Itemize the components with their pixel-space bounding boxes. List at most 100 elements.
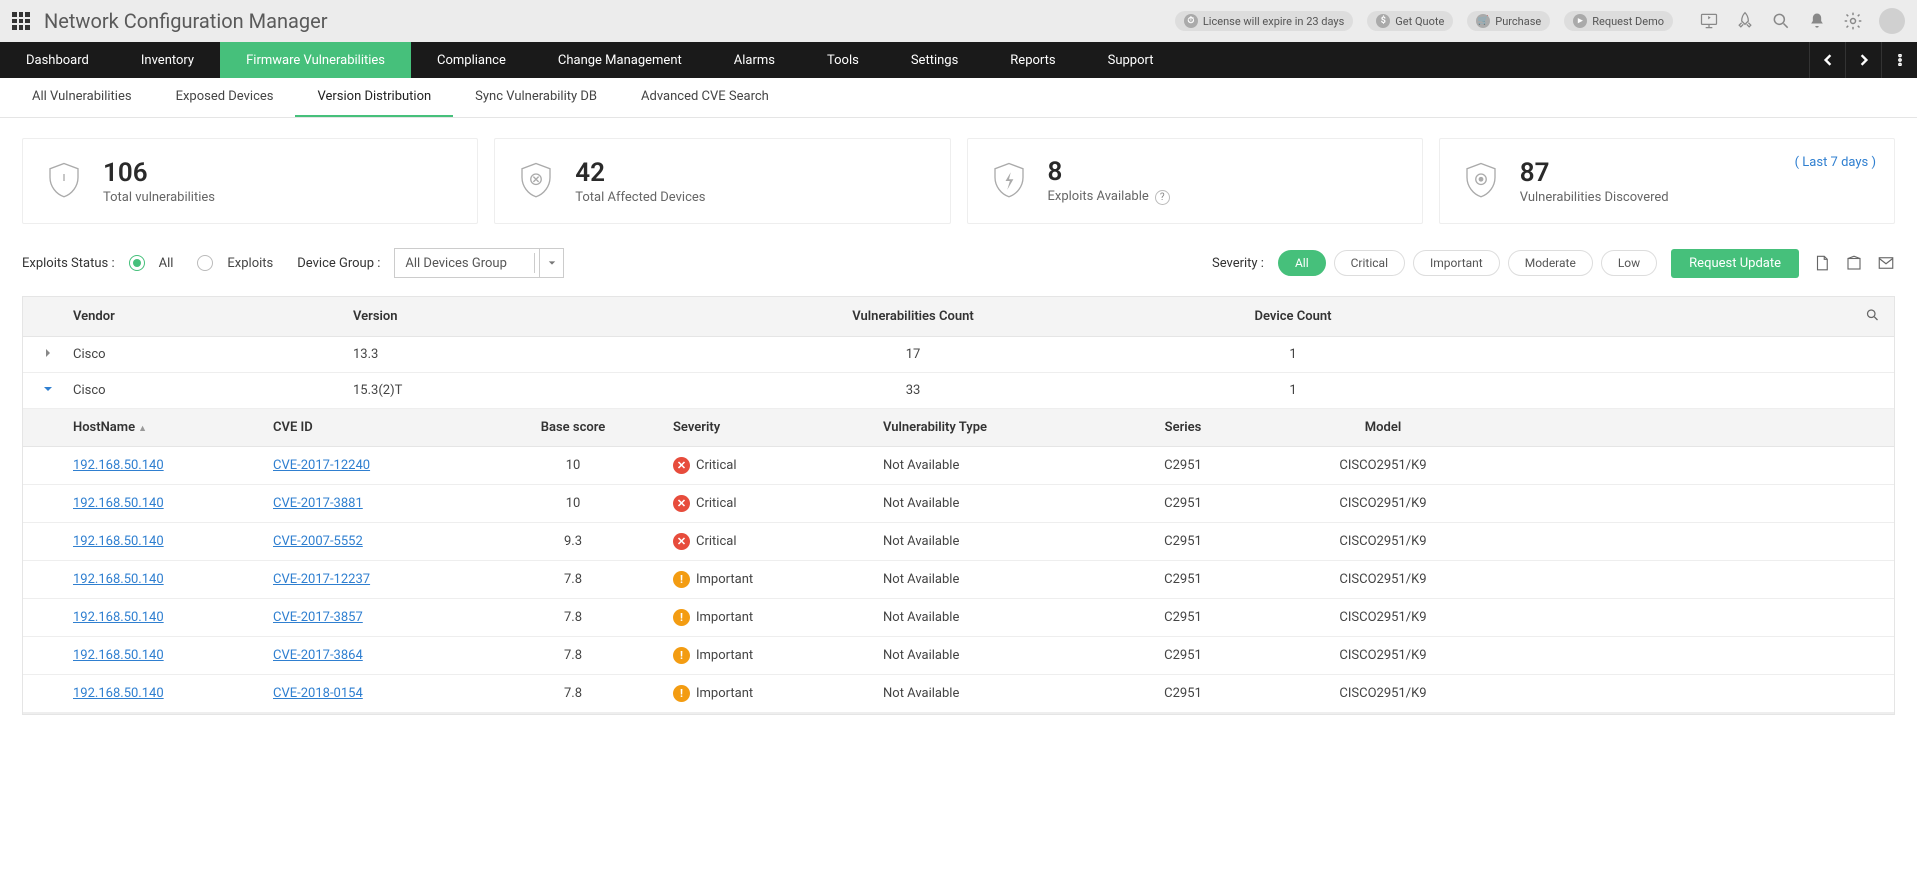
hostname-link[interactable]: 192.168.50.140 [73,648,164,663]
cve-link[interactable]: CVE-2017-12237 [273,572,370,587]
rocket-icon[interactable] [1735,11,1755,31]
nav-left-icon[interactable] [1809,42,1845,78]
nav-reports[interactable]: Reports [984,42,1081,78]
col-hostname[interactable]: HostName▲ [73,420,273,435]
purchase-pill[interactable]: 🛒Purchase [1467,11,1550,31]
cell-model: CISCO2951/K9 [1283,572,1483,587]
nav-inventory[interactable]: Inventory [115,42,220,78]
severity-low[interactable]: Low [1601,250,1657,276]
nav-right-icon[interactable] [1845,42,1881,78]
col-model[interactable]: Model [1283,420,1483,435]
main-nav: DashboardInventoryFirmware Vulnerabiliti… [0,42,1917,78]
bell-icon[interactable] [1807,11,1827,31]
radio-all[interactable] [129,255,145,271]
col-cve[interactable]: CVE ID [273,420,473,435]
cell-series: C2951 [1083,686,1283,701]
sub-table-header: HostName▲CVE IDBase scoreSeverityVulnera… [23,409,1894,447]
sub-table-row: 192.168.50.140CVE-2017-388110✕CriticalNo… [23,485,1894,523]
email-icon[interactable] [1877,254,1895,272]
col-vendor[interactable]: Vendor [73,309,353,324]
cell-score: 7.8 [473,686,673,701]
cell-model: CISCO2951/K9 [1283,458,1483,473]
col-score[interactable]: Base score [473,420,673,435]
get-quote-pill[interactable]: $Get Quote [1367,11,1453,31]
hostname-link[interactable]: 192.168.50.140 [73,458,164,473]
request-update-button[interactable]: Request Update [1671,249,1799,278]
subnav-advanced-cve-search[interactable]: Advanced CVE Search [619,78,791,117]
device-group-label: Device Group : [297,256,380,271]
table-row[interactable]: Cisco13.3171 [23,337,1894,373]
subnav-all-vulnerabilities[interactable]: All Vulnerabilities [10,78,154,117]
col-vuln-count[interactable]: Vulnerabilities Count [723,309,1103,324]
cve-link[interactable]: CVE-2017-12240 [273,458,370,473]
demo-icon: ▸ [1573,14,1587,28]
cve-link[interactable]: CVE-2018-0154 [273,686,363,701]
table-header: Vendor Version Vulnerabilities Count Dev… [23,297,1894,337]
severity-moderate[interactable]: Moderate [1508,250,1593,276]
subnav-sync-vulnerability-db[interactable]: Sync Vulnerability DB [453,78,619,117]
export-pdf-icon[interactable] [1813,254,1831,272]
table-search-icon[interactable] [1865,307,1880,326]
nav-compliance[interactable]: Compliance [411,42,532,78]
cell-severity: ✕Critical [673,457,883,474]
card-value: 106 [103,158,215,188]
cve-link[interactable]: CVE-2017-3881 [273,496,363,511]
table-row[interactable]: Cisco15.3(2)T331 [23,373,1894,409]
apps-grid-icon[interactable] [12,12,30,30]
nav-dashboard[interactable]: Dashboard [0,42,115,78]
subnav-exposed-devices[interactable]: Exposed Devices [154,78,296,117]
nav-settings[interactable]: Settings [885,42,984,78]
hostname-link[interactable]: 192.168.50.140 [73,534,164,549]
cve-link[interactable]: CVE-2007-5552 [273,534,363,549]
gear-icon[interactable] [1843,11,1863,31]
subnav-version-distribution[interactable]: Version Distribution [295,78,453,117]
device-group-select[interactable]: All Devices Group [394,248,564,278]
cve-link[interactable]: CVE-2017-3857 [273,610,363,625]
expand-icon[interactable] [43,347,53,362]
severity-all[interactable]: All [1278,250,1326,276]
nav-support[interactable]: Support [1082,42,1180,78]
sub-table-row: 192.168.50.140CVE-2017-38647.8!Important… [23,637,1894,675]
nav-change-management[interactable]: Change Management [532,42,708,78]
card-exploits-available: 8Exploits Available? [967,138,1423,224]
request-demo-pill[interactable]: ▸Request Demo [1564,11,1673,31]
nav-more-icon[interactable] [1881,42,1917,78]
shield-warning-icon [43,160,85,202]
cell-score: 10 [473,458,673,473]
search-icon[interactable] [1771,11,1791,31]
nav-tools[interactable]: Tools [801,42,885,78]
severity-important[interactable]: Important [1413,250,1500,276]
sub-table-row: 192.168.50.140CVE-2018-01547.8!Important… [23,675,1894,713]
cell-vuln-count: 17 [723,347,1103,362]
expand-icon[interactable] [43,383,53,398]
cve-link[interactable]: CVE-2017-3864 [273,648,363,663]
nav-alarms[interactable]: Alarms [708,42,801,78]
cell-series: C2951 [1083,610,1283,625]
user-avatar[interactable] [1879,8,1905,34]
hostname-link[interactable]: 192.168.50.140 [73,572,164,587]
card-label: Total Affected Devices [575,190,705,205]
license-pill[interactable]: ⏱License will expire in 23 days [1175,11,1353,31]
radio-exploits[interactable] [197,255,213,271]
presentation-icon[interactable] [1699,11,1719,31]
help-icon[interactable]: ? [1155,190,1170,205]
cell-vendor: Cisco [73,383,353,398]
card-link[interactable]: ( Last 7 days ) [1795,155,1876,170]
col-series[interactable]: Series [1083,420,1283,435]
cell-type: Not Available [883,572,1083,587]
col-device-count[interactable]: Device Count [1103,309,1483,324]
col-type[interactable]: Vulnerability Type [883,420,1083,435]
shield-target-icon [1460,160,1502,202]
sub-nav: All VulnerabilitiesExposed DevicesVersio… [0,78,1917,118]
sub-table-row: 192.168.50.140CVE-2017-38577.8!Important… [23,599,1894,637]
hostname-link[interactable]: 192.168.50.140 [73,496,164,511]
col-severity[interactable]: Severity [673,420,883,435]
hostname-link[interactable]: 192.168.50.140 [73,686,164,701]
cell-score: 9.3 [473,534,673,549]
hostname-link[interactable]: 192.168.50.140 [73,610,164,625]
severity-critical[interactable]: Critical [1334,250,1405,276]
cell-series: C2951 [1083,572,1283,587]
col-version[interactable]: Version [353,309,723,324]
nav-firmware-vulnerabilities[interactable]: Firmware Vulnerabilities [220,42,411,78]
export-csv-icon[interactable] [1845,254,1863,272]
